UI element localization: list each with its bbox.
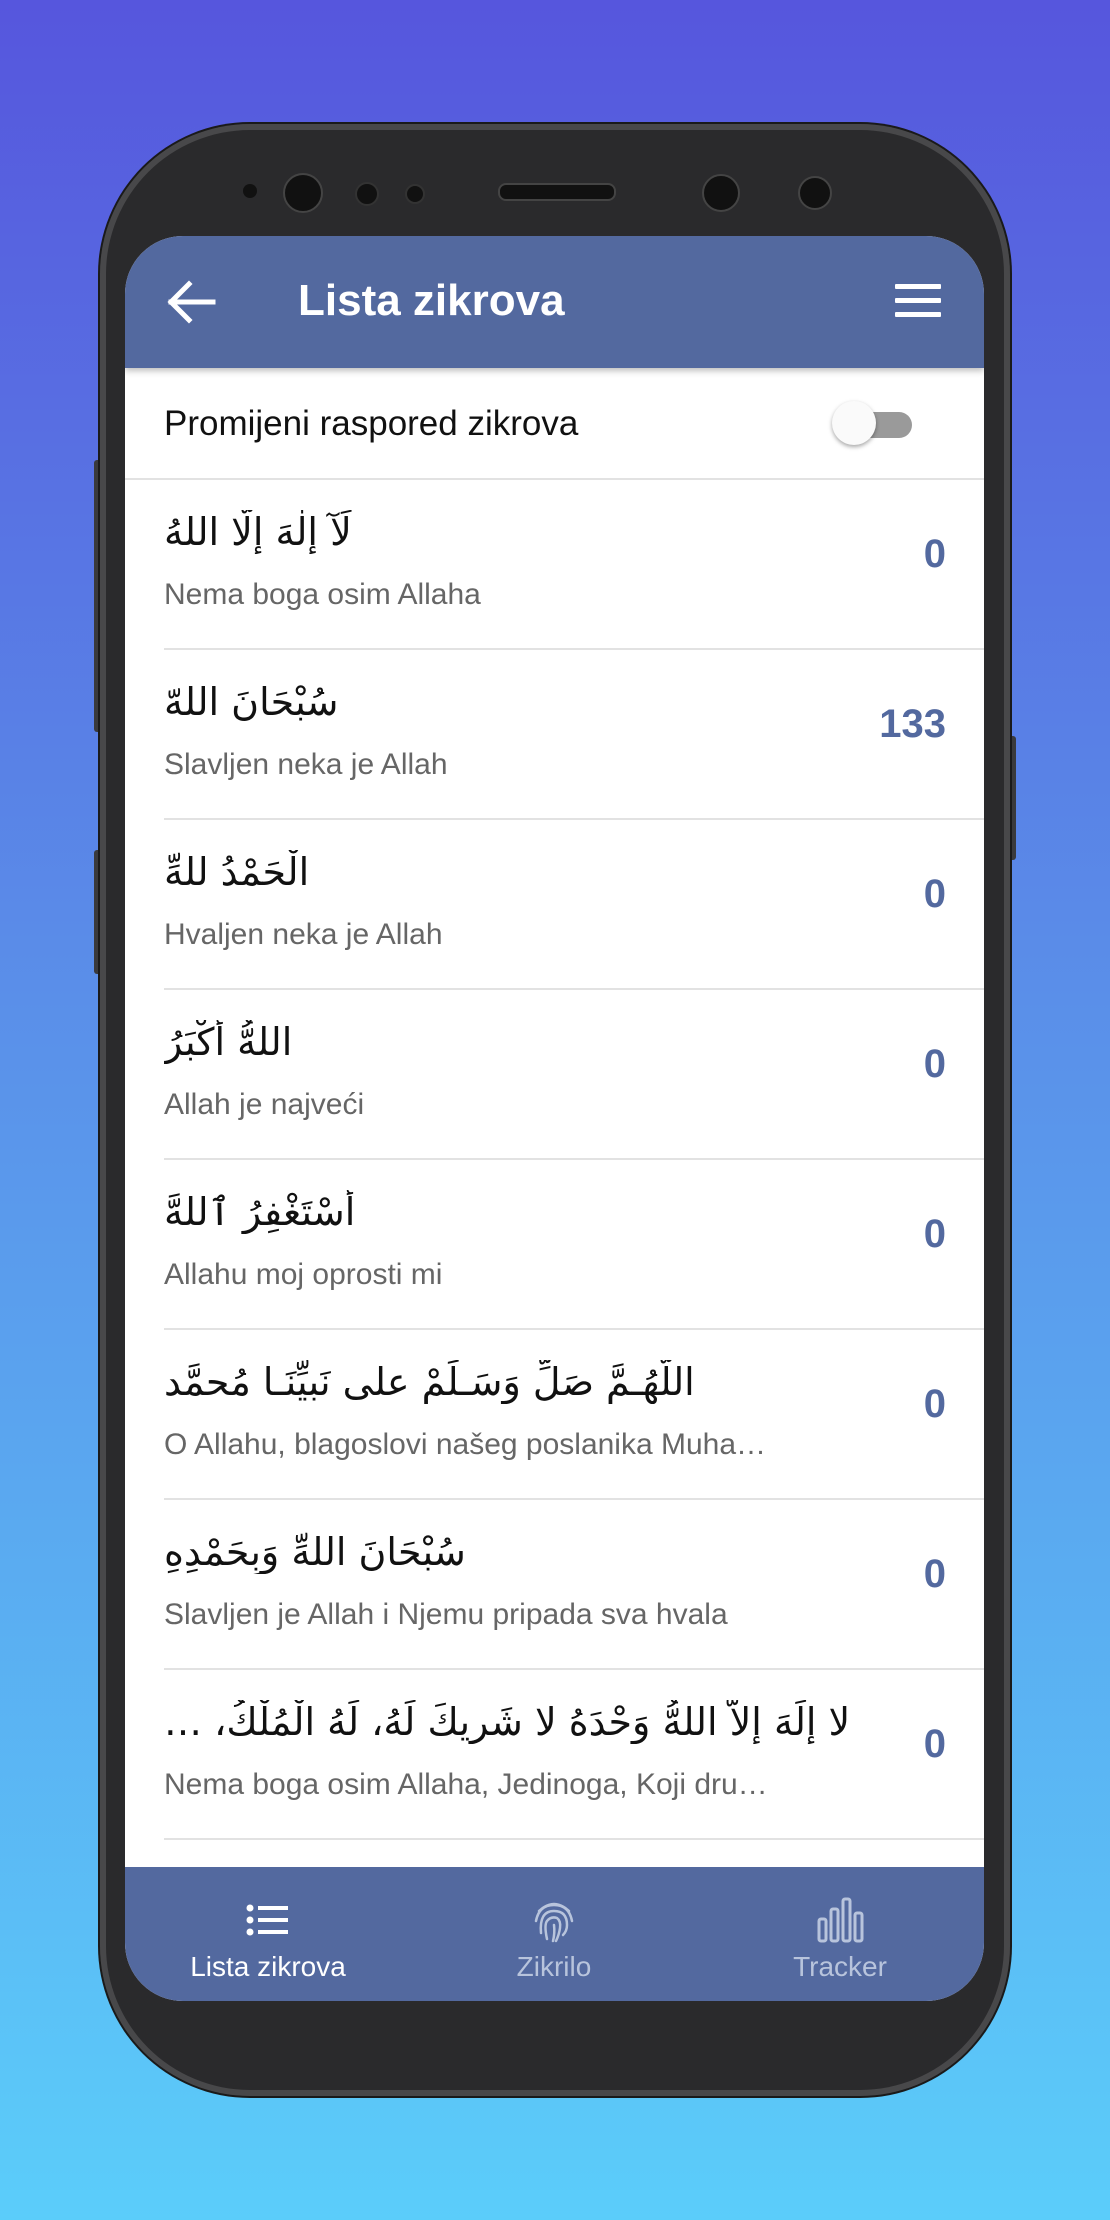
list-item[interactable]: لا إِلَهَ إِلاّ اللهُّ وَحْدَهُ لا شَرِي… [164,1670,984,1840]
nav-label: Tracker [793,1951,887,1982]
app-screen: Lista zikrova Promijeni raspored zikrova… [125,236,984,2001]
count-value: 0 [923,1212,946,1256]
translation-text: Allahu moj oprosti mi [164,1258,443,1291]
reorder-switch[interactable] [832,401,912,445]
nav-label: Lista zikrova [190,1951,346,1982]
bar-chart-icon [817,1897,864,1943]
arabic-text: لَآ إِلٰهَ إِلّا اللهُ [164,510,352,554]
translation-text: Slavljen neka je Allah [164,748,448,781]
translation-text: Slavljen je Allah i Njemu pripada sva hv… [164,1598,728,1631]
list-icon [246,1904,288,1936]
translation-text: Hvaljen neka je Allah [164,918,443,951]
sensor-dot [243,184,257,198]
count-value: 0 [923,1382,946,1426]
page-title: Lista zikrova [298,276,565,325]
arabic-text: الْحَمْدُ للهِّ [164,850,310,894]
bottom-navigation: Lista zikrova Zikrilo Tracker [125,1867,984,2001]
front-camera [283,173,323,213]
count-value: 0 [923,1552,946,1596]
arabic-text: لا إِلَهَ إِلاّ اللهُّ وَحْدَهُ لا شَرِي… [164,1700,851,1744]
count-value: 0 [923,1042,946,1086]
earpiece-speaker [498,183,616,201]
reorder-toggle-label: Promijeni raspored zikrova [164,404,579,443]
list-item[interactable]: لَآ إِلٰهَ إِلّا اللهُ Nema boga osim Al… [164,480,984,650]
sensor-dot [355,182,379,206]
list-item[interactable]: سُبْحَانَ اللهِّ وَبِحَمْدِهِ Slavljen j… [164,1500,984,1670]
list-item[interactable]: الْحَمْدُ للهِّ Hvaljen neka je Allah 0 [164,820,984,990]
sensor-dot [405,184,425,204]
count-value: 0 [923,872,946,916]
sensor-dot [798,176,832,210]
count-value: 0 [923,532,946,576]
arabic-text: اللّهُـمَّ صَلِّ وَسَـلِّمْ على نَبيِّنَ… [164,1360,695,1404]
list-item[interactable]: اللهُّ أَكْبَرُ Allah je najveći 0 [164,990,984,1160]
list-item[interactable]: أَسْتَغْفِرُ ٱللهَّ Allahu moj oprosti m… [164,1160,984,1330]
count-value: 133 [879,702,946,746]
nav-tracker[interactable]: Tracker [697,1867,983,2001]
translation-text: Nema boga osim Allaha, Jedinoga, Koji dr… [164,1768,768,1801]
menu-icon[interactable] [895,284,941,320]
arabic-text: أَسْتَغْفِرُ ٱللهَّ [164,1190,356,1234]
nav-zikrilo[interactable]: Zikrilo [411,1867,697,2001]
arabic-text: سُبْحَانَ اللهّ [164,680,339,724]
front-camera-secondary [702,174,740,212]
nav-lista-zikrova[interactable]: Lista zikrova [125,1867,411,2001]
arrow-left-icon[interactable] [167,280,217,324]
translation-text: Allah je najveći [164,1088,365,1121]
zikr-list: Promijeni raspored zikrova لَآ إِلٰهَ إِ… [125,368,984,1840]
reorder-toggle-row: Promijeni raspored zikrova [125,368,984,480]
arabic-text: سُبْحَانَ اللهِّ وَبِحَمْدِهِ [164,1530,466,1574]
translation-text: Nema boga osim Allaha [164,578,481,611]
translation-text: O Allahu, blagoslovi našeg poslanika Muh… [164,1428,767,1461]
fingerprint-icon [534,1902,574,1943]
count-value: 0 [923,1722,946,1766]
arabic-text: اللهُّ أَكْبَرُ [164,1020,293,1064]
list-item[interactable]: سُبْحَانَ اللهّ Slavljen neka je Allah 1… [164,650,984,820]
app-bar: Lista zikrova [125,236,984,368]
nav-label: Zikrilo [516,1951,592,1982]
list-item[interactable]: اللّهُـمَّ صَلِّ وَسَـلِّمْ على نَبيِّنَ… [164,1330,984,1500]
